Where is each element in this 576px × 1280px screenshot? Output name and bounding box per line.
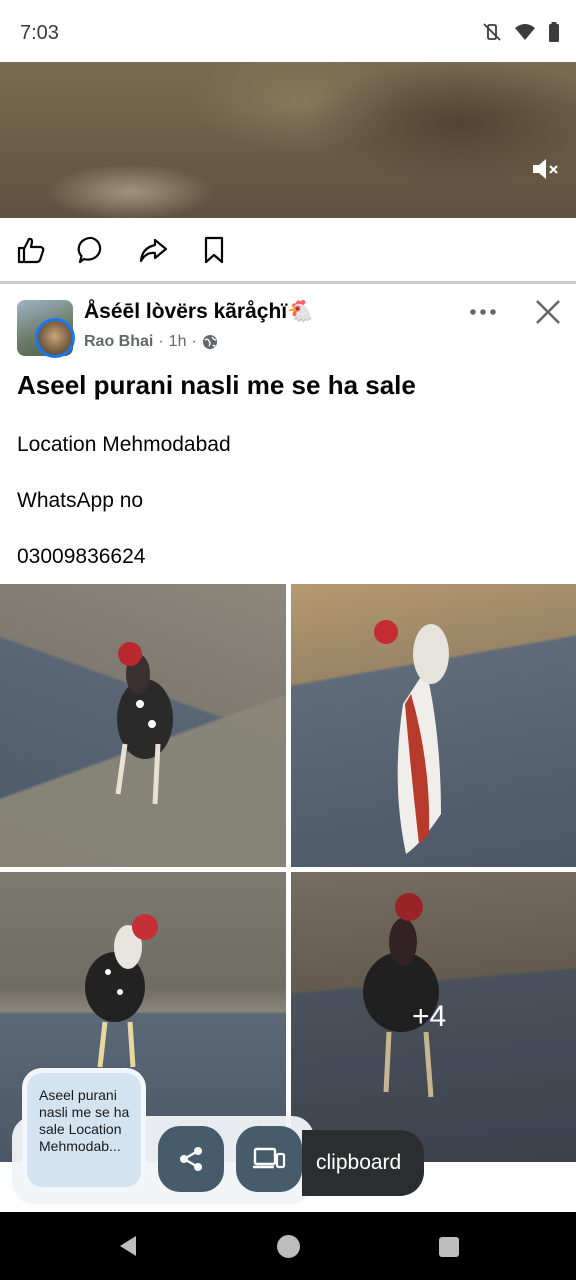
user-avatar[interactable] [35, 318, 75, 358]
save-icon[interactable] [199, 235, 229, 265]
send-to-device-button[interactable] [236, 1126, 302, 1192]
post-text-line: WhatsApp no [17, 489, 144, 512]
system-nav-bar [0, 1212, 576, 1280]
share-nodes-icon [180, 1147, 202, 1171]
speaker-muted-icon[interactable] [530, 154, 560, 184]
battery-icon [549, 22, 559, 42]
clipboard-label[interactable]: clipboard [302, 1130, 424, 1196]
meta-separator: · [158, 333, 164, 350]
post-time[interactable]: 1h [169, 333, 187, 351]
close-icon[interactable] [534, 298, 562, 326]
vibrate-off-icon [483, 23, 501, 41]
like-icon[interactable] [16, 235, 46, 265]
meta-separator: · [191, 333, 197, 350]
status-time: 7:03 [20, 22, 59, 44]
back-icon[interactable] [116, 1234, 140, 1258]
feed-divider [0, 281, 576, 284]
status-bar: 7:03 [0, 0, 576, 62]
more-photos-count[interactable]: +4 [412, 1000, 446, 1034]
rooster-image [374, 620, 449, 854]
post-meta: Rao Bhai · 1h · [84, 333, 218, 351]
share-button[interactable] [158, 1126, 224, 1192]
comment-icon[interactable] [77, 235, 107, 265]
post-photo[interactable] [0, 584, 286, 867]
post-action-row [0, 218, 576, 282]
video-player[interactable] [0, 62, 576, 218]
recents-icon[interactable] [439, 1237, 459, 1257]
author-name[interactable]: Rao Bhai [84, 333, 153, 351]
more-options-icon[interactable] [468, 300, 498, 324]
group-name[interactable]: Åséēl lòvërs kãråçhï🐔 [84, 300, 313, 324]
rooster-image [115, 642, 173, 805]
devices-icon [253, 1147, 286, 1169]
avatar-group[interactable] [17, 300, 75, 358]
clipboard-preview-card[interactable]: Aseel purani nasli me se ha sale Locatio… [22, 1068, 146, 1192]
home-icon[interactable] [277, 1235, 300, 1258]
post-title: Aseel purani nasli me se ha sale [17, 370, 416, 400]
status-icons [482, 22, 560, 42]
post-photo[interactable] [291, 584, 576, 867]
globe-icon [202, 335, 217, 349]
post-text-line[interactable]: 03009836624 [17, 545, 145, 569]
share-icon[interactable] [138, 235, 168, 265]
post-text-line: Location Mehmodabad [17, 433, 231, 456]
wifi-icon [515, 24, 535, 40]
